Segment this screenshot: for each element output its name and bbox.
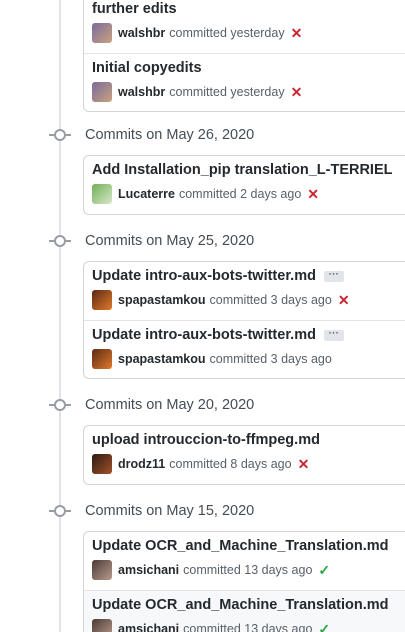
avatar[interactable] xyxy=(92,560,112,580)
commit-verb: committed xyxy=(178,187,237,201)
commit-verb: committed xyxy=(169,26,227,40)
avatar[interactable] xyxy=(92,290,112,310)
commit-author[interactable]: drodz11 xyxy=(118,457,165,471)
commit-time: 3 days ago xyxy=(270,293,332,307)
commit-time: 13 days ago xyxy=(244,622,313,632)
failure-x-icon[interactable]: ✕ xyxy=(307,187,319,201)
commit-item: Update intro-aux-bots-twitter.md ··· spa… xyxy=(84,262,405,320)
commit-author[interactable]: Lucaterre xyxy=(118,187,175,201)
commit-item: Update OCR_and_Machine_Translation.md am… xyxy=(84,590,405,632)
commit-item: further edits walshbr committed yesterda… xyxy=(84,0,405,53)
avatar[interactable] xyxy=(92,619,112,632)
commit-group-box: further edits walshbr committed yesterda… xyxy=(83,0,405,112)
commit-time: 3 days ago xyxy=(270,352,332,366)
commit-title[interactable]: upload introuccion-to-ffmpeg.md xyxy=(92,432,320,448)
commit-item: Initial copyedits walshbr committed yest… xyxy=(84,53,405,111)
commit-verb: committed xyxy=(169,457,227,471)
avatar[interactable] xyxy=(92,82,112,102)
commit-author[interactable]: walshbr xyxy=(118,26,165,40)
commit-group-header: Commits on May 15, 2020 xyxy=(49,500,255,522)
expand-message-button[interactable]: ··· xyxy=(323,328,344,341)
git-commit-icon xyxy=(49,505,71,517)
failure-x-icon[interactable]: ✕ xyxy=(298,457,310,471)
failure-x-icon[interactable]: ✕ xyxy=(291,85,303,99)
commit-verb: committed xyxy=(169,85,227,99)
avatar[interactable] xyxy=(92,349,112,369)
commit-author[interactable]: amsichani xyxy=(118,563,179,577)
commit-group-box: Add Installation_pip translation_L-TERRI… xyxy=(83,155,405,215)
avatar[interactable] xyxy=(92,23,112,43)
commit-group-box: upload introuccion-to-ffmpeg.md drodz11 … xyxy=(83,425,405,485)
git-commit-icon xyxy=(49,399,71,411)
success-check-icon[interactable]: ✓ xyxy=(318,622,330,632)
commit-group-title: Commits on May 15, 2020 xyxy=(85,503,255,519)
failure-x-icon[interactable]: ✕ xyxy=(291,26,303,40)
avatar[interactable] xyxy=(92,454,112,474)
commit-verb: committed xyxy=(209,352,268,366)
failure-x-icon[interactable]: ✕ xyxy=(338,293,350,307)
commit-verb: committed xyxy=(183,622,241,632)
avatar[interactable] xyxy=(92,184,112,204)
commit-group-title: Commits on May 20, 2020 xyxy=(85,397,255,413)
commit-title[interactable]: Update OCR_and_Machine_Translation.md xyxy=(92,538,389,554)
commit-group-title: Commits on May 25, 2020 xyxy=(85,233,255,249)
expand-message-button[interactable]: ··· xyxy=(323,269,344,282)
commit-time: 2 days ago xyxy=(240,187,302,201)
commit-group-header: Commits on May 25, 2020 xyxy=(49,230,255,252)
commit-title[interactable]: Update intro-aux-bots-twitter.md xyxy=(92,327,316,343)
success-check-icon[interactable]: ✓ xyxy=(318,563,330,577)
commit-verb: committed xyxy=(183,563,241,577)
commit-group-box: Update OCR_and_Machine_Translation.md am… xyxy=(83,531,405,632)
commit-verb: committed xyxy=(209,293,268,307)
commit-title[interactable]: Update intro-aux-bots-twitter.md xyxy=(92,268,316,284)
commit-item: Update intro-aux-bots-twitter.md ··· spa… xyxy=(84,320,405,378)
commit-author[interactable]: amsichani xyxy=(118,622,179,632)
commit-author[interactable]: spapastamkou xyxy=(118,293,206,307)
commit-title[interactable]: further edits xyxy=(92,1,177,17)
commit-group-title: Commits on May 26, 2020 xyxy=(85,127,255,143)
timeline-line xyxy=(59,0,61,632)
commit-time: 8 days ago xyxy=(230,457,292,471)
commit-title[interactable]: Initial copyedits xyxy=(92,60,202,76)
commit-item: Add Installation_pip translation_L-TERRI… xyxy=(84,156,405,214)
commit-author[interactable]: walshbr xyxy=(118,85,165,99)
commit-group-header: Commits on May 20, 2020 xyxy=(49,394,255,416)
commit-item: upload introuccion-to-ffmpeg.md drodz11 … xyxy=(84,426,405,484)
git-commit-icon xyxy=(49,129,71,141)
commit-group-box: Update intro-aux-bots-twitter.md ··· spa… xyxy=(83,261,405,379)
commit-title[interactable]: Add Installation_pip translation_L-TERRI… xyxy=(92,162,393,178)
commit-time: yesterday xyxy=(230,26,285,40)
commit-title[interactable]: Update OCR_and_Machine_Translation.md xyxy=(92,597,389,613)
commit-time: yesterday xyxy=(230,85,285,99)
commit-group-header: Commits on May 26, 2020 xyxy=(49,124,255,146)
commit-author[interactable]: spapastamkou xyxy=(118,352,206,366)
commit-item: Update OCR_and_Machine_Translation.md am… xyxy=(84,532,405,590)
commit-time: 13 days ago xyxy=(244,563,313,577)
git-commit-icon xyxy=(49,235,71,247)
